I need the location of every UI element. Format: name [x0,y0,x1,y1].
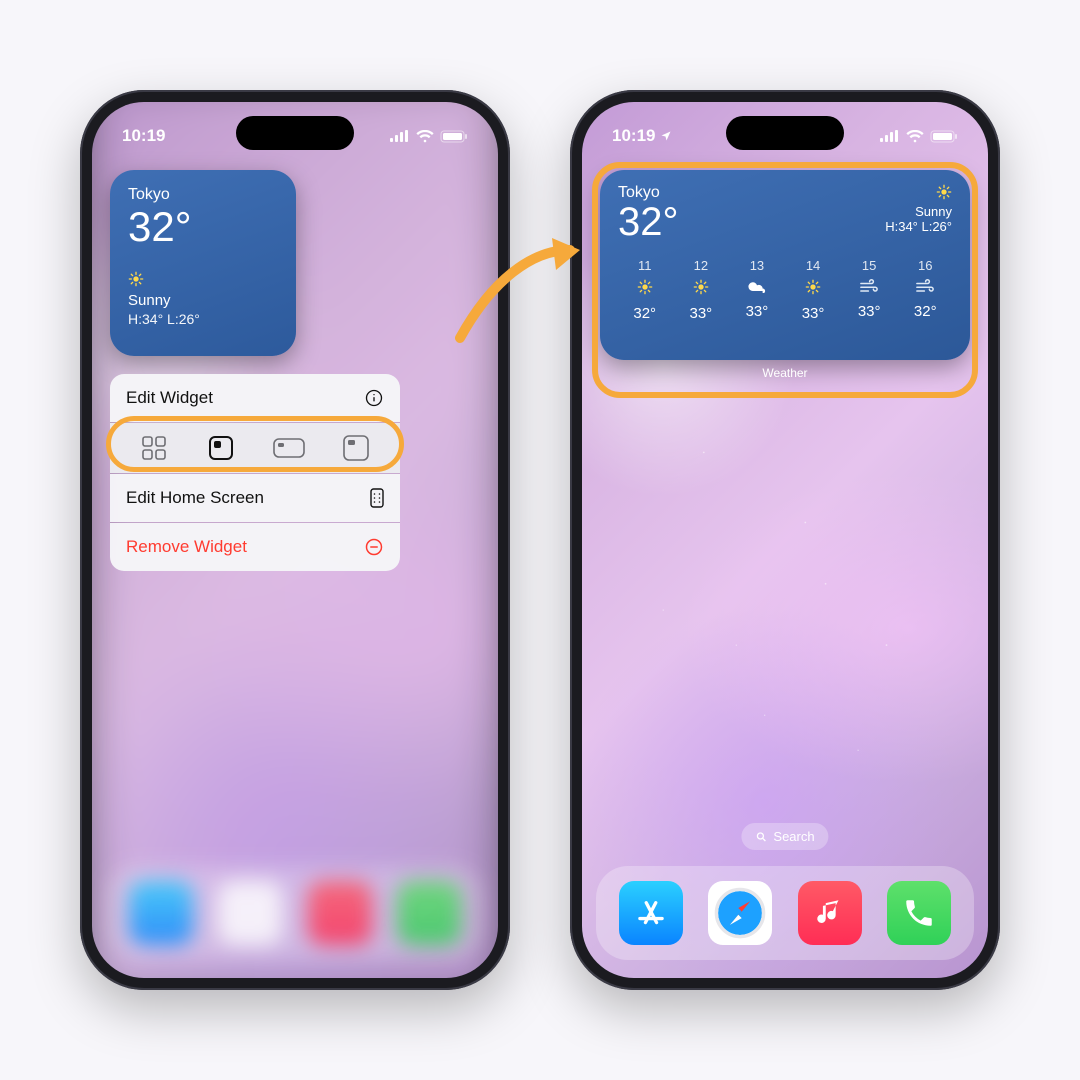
wifi-icon [416,130,434,143]
search-label: Search [773,829,814,844]
signal-icon [880,130,900,142]
info-icon [364,388,384,408]
weather-condition: Sunny [885,204,952,219]
home-search-pill[interactable]: Search [741,823,828,850]
signal-icon [390,130,410,142]
sun-icon [885,184,952,204]
forecast-hour: 16 32° [899,258,952,322]
forecast-hour-label: 11 [638,258,652,273]
forecast-hour: 11 32° [618,258,671,322]
phone-icon[interactable] [887,881,951,945]
forecast-hour: 12 33° [674,258,727,322]
forecast-hour-label: 14 [806,258,820,273]
status-icons [390,130,468,143]
app-store-icon[interactable] [619,881,683,945]
forecast-hour-temp: 33° [746,303,769,320]
weather-temp: 32° [128,206,278,248]
weather-hilo: H:34° L:26° [128,311,278,327]
forecast-wind-icon [859,279,879,297]
phone-left: 10:19 Tokyo 32° Sunny H:34° L:26° Edit W… [80,90,510,990]
phone-right: 10:19 Tokyo 32° Sunny [570,90,1000,990]
forecast-cloud-icon [747,279,767,297]
size-option-apps[interactable] [137,435,171,461]
size-option-large[interactable] [339,435,373,461]
size-option-small[interactable] [204,435,238,461]
menu-remove-label: Remove Widget [126,537,247,557]
forecast-hour: 15 33° [842,258,895,322]
dock [106,866,484,960]
forecast-hour-label: 13 [750,258,764,273]
forecast-hour-label: 12 [694,258,708,273]
minus-circle-icon [364,537,384,557]
menu-edit-widget-label: Edit Widget [126,388,213,408]
forecast-sun-icon [805,279,821,299]
weather-condition: Sunny [128,292,278,309]
hourly-forecast: 11 32° 12 33° 13 33° 14 33° 15 33° 16 32° [618,258,952,322]
status-icons [880,130,958,143]
dock [596,866,974,960]
wifi-icon [906,130,924,143]
search-icon [755,831,767,843]
size-option-medium[interactable] [272,435,306,461]
forecast-hour-temp: 33° [858,303,881,320]
weather-widget-medium[interactable]: Tokyo 32° Sunny H:34° L:26° 1132°1233°13… [600,170,970,360]
forecast-hour: 14 33° [786,258,839,322]
forecast-hour-temp: 32° [914,303,937,320]
forecast-hour-label: 15 [862,258,876,273]
weather-widget-small[interactable]: Tokyo 32° Sunny H:34° L:26° [110,170,296,356]
screen: 10:19 Tokyo 32° Sunny [582,102,988,978]
location-arrow-icon [660,130,672,142]
dynamic-island [236,116,354,150]
forecast-hour-temp: 33° [689,305,712,322]
menu-edit-home-screen[interactable]: Edit Home Screen [110,474,400,522]
forecast-hour-temp: 33° [802,305,825,322]
weather-city: Tokyo [128,186,278,204]
weather-hilo: H:34° L:26° [885,219,952,234]
dynamic-island [726,116,844,150]
safari-icon[interactable] [218,881,282,945]
status-time: 10:19 [122,126,165,146]
music-icon[interactable] [308,881,372,945]
safari-icon[interactable] [708,881,772,945]
forecast-hour-temp: 32° [633,305,656,322]
widget-app-label: Weather [582,366,988,380]
menu-edit-widget[interactable]: Edit Widget [110,374,400,422]
forecast-hour: 13 33° [730,258,783,322]
status-time: 10:19 [612,126,672,146]
weather-temp: 32° [618,202,679,242]
status-time-text: 10:19 [612,126,655,146]
menu-edit-home-label: Edit Home Screen [126,488,264,508]
sun-icon [128,270,278,288]
forecast-hour-label: 16 [918,258,932,273]
menu-remove-widget[interactable]: Remove Widget [110,523,400,571]
screen: 10:19 Tokyo 32° Sunny H:34° L:26° Edit W… [92,102,498,978]
battery-icon [440,130,468,143]
app-store-icon[interactable] [129,881,193,945]
phone-grid-icon [370,488,384,508]
battery-icon [930,130,958,143]
music-icon[interactable] [798,881,862,945]
forecast-sun-icon [693,279,709,299]
widget-context-menu: Edit Widget Edit Home Scr [110,374,400,571]
phone-icon[interactable] [397,881,461,945]
widget-size-row [110,423,400,473]
forecast-wind-icon [915,279,935,297]
forecast-sun-icon [637,279,653,299]
